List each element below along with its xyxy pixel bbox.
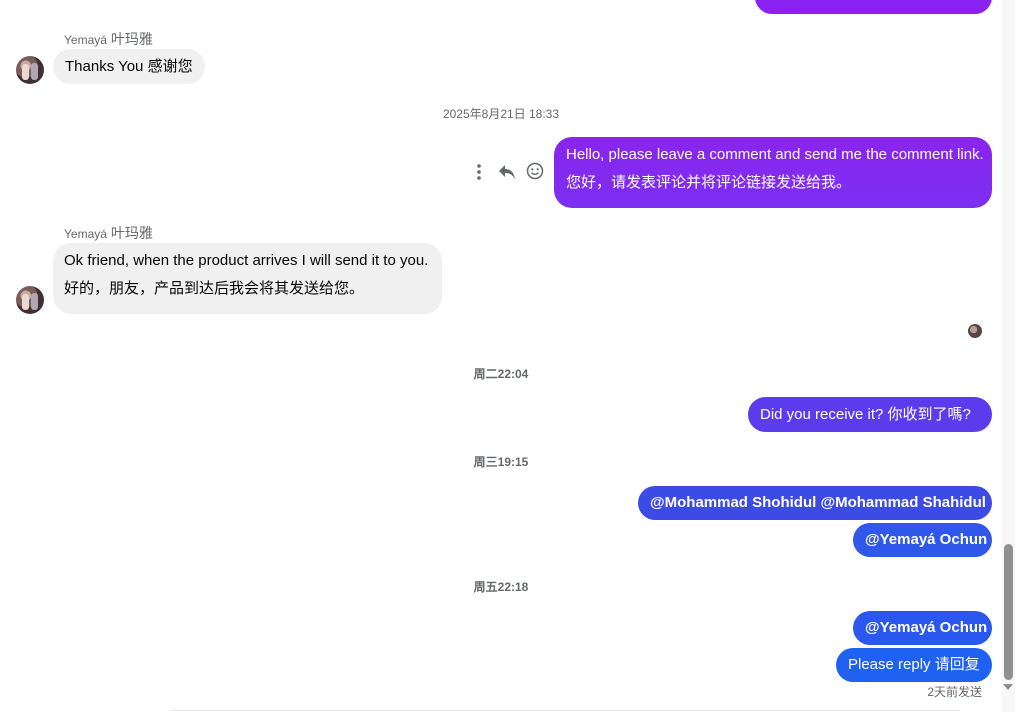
message-bubble-outgoing[interactable]: Please reply 请回复 [836,648,992,682]
message-text-line: 好的，朋友，产品到达后我会将其发送给您。 [64,280,365,297]
message-bubble-incoming[interactable]: Thanks You 感谢您 [53,49,205,84]
timestamp: 2025年8月21日 18:33 [442,107,560,121]
mention-text[interactable]: @Yemayá Ochun [865,531,987,548]
sender-name-latin: Yemayá [64,227,107,241]
message-bubble-outgoing[interactable]: @Mohammad Shohidul @Mohammad Shahidul [638,486,992,520]
message-text-line: Ok friend, when the product arrives I wi… [64,252,429,269]
sender-name-latin: Yemayá [64,33,107,47]
message-text: Did you receive it? 你收到了嗎? [760,406,971,423]
message-text: Thanks You 感谢您 [65,58,193,75]
reply-icon[interactable] [497,162,517,182]
avatar[interactable] [16,56,44,84]
scrollbar-thumb[interactable] [1004,544,1013,680]
mention-text[interactable]: @Yemayá Ochun [865,619,987,636]
timestamp: 周二22:04 [473,367,529,381]
message-text-line: Hello, please leave a comment and send m… [566,146,984,163]
message-bubble-outgoing[interactable]: @Yemayá Ochun [853,523,992,557]
more-vertical-icon[interactable] [470,162,488,182]
mention-text[interactable]: @Mohammad Shohidul @Mohammad Shahidul [650,494,986,511]
scroll-down-arrow-icon[interactable] [1003,684,1013,690]
sent-status: 2天前发送 [927,685,982,699]
smiley-icon[interactable] [525,161,545,181]
message-text: Please reply 请回复 [848,656,980,673]
message-bubble-outgoing[interactable]: @Yemayá Ochun [853,611,992,645]
message-text-line: 您好，请发表评论并将评论链接发送给我。 [566,174,852,191]
seen-avatar [968,324,982,338]
message-bubble-outgoing[interactable]: Did you receive it? 你收到了嗎? [748,397,992,432]
sender-name-cn: 叶玛雅 [110,31,153,47]
sender-name-cn: 叶玛雅 [110,225,153,241]
composer-divider [170,710,960,711]
timestamp: 周三19:15 [473,455,529,469]
message-bubble-outgoing[interactable]: Hello, please leave a comment and send m… [554,137,992,208]
sender-name: Yemayá 叶玛雅 [64,223,153,243]
message-bubble-incoming[interactable]: Ok friend, when the product arrives I wi… [53,243,442,314]
timestamp: 周五22:18 [473,580,529,594]
sender-name: Yemayá 叶玛雅 [64,29,153,49]
message-bubble-partial[interactable] [755,0,992,14]
avatar[interactable] [16,286,44,314]
